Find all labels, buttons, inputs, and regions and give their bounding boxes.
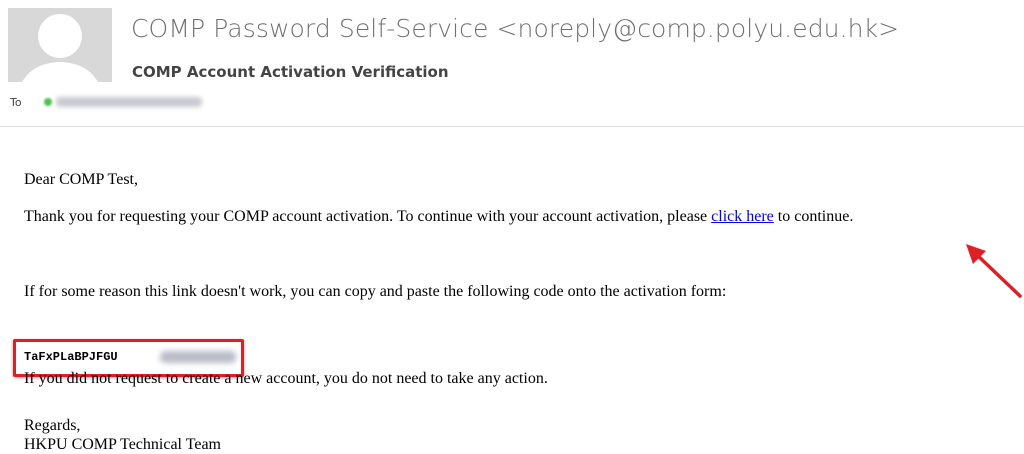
sign-off: Regards, <box>24 417 81 434</box>
activation-code: TaFxPLaBPJFGU <box>24 350 118 364</box>
header-divider <box>0 126 1024 127</box>
click-here-link[interactable]: click here <box>711 208 774 225</box>
activation-code-redacted <box>160 351 236 363</box>
paragraph-activation-tail: to continue. <box>773 208 854 225</box>
avatar-head <box>38 14 82 58</box>
recipient-name-redacted <box>56 97 202 107</box>
presence-status-icon <box>44 98 52 106</box>
avatar-shoulders <box>20 62 100 82</box>
greeting: Dear COMP Test, <box>24 171 138 188</box>
paragraph-code-instructions: If for some reason this link doesn't wor… <box>24 283 727 300</box>
paragraph-activation: Thank you for requesting your COMP accou… <box>24 207 1024 226</box>
to-label: To <box>10 96 22 109</box>
email-subject: COMP Account Activation Verification <box>132 63 449 81</box>
signature: HKPU COMP Technical Team <box>24 436 221 453</box>
recipient-chip[interactable] <box>36 95 204 109</box>
paragraph-activation-text: Thank you for requesting your COMP accou… <box>24 208 712 225</box>
annotation-arrow-icon <box>966 244 1022 298</box>
sender-address[interactable]: COMP Password Self-Service <noreply@comp… <box>131 14 899 43</box>
sender-avatar <box>8 8 112 82</box>
paragraph-no-action: If you did not request to create a new a… <box>24 370 548 387</box>
